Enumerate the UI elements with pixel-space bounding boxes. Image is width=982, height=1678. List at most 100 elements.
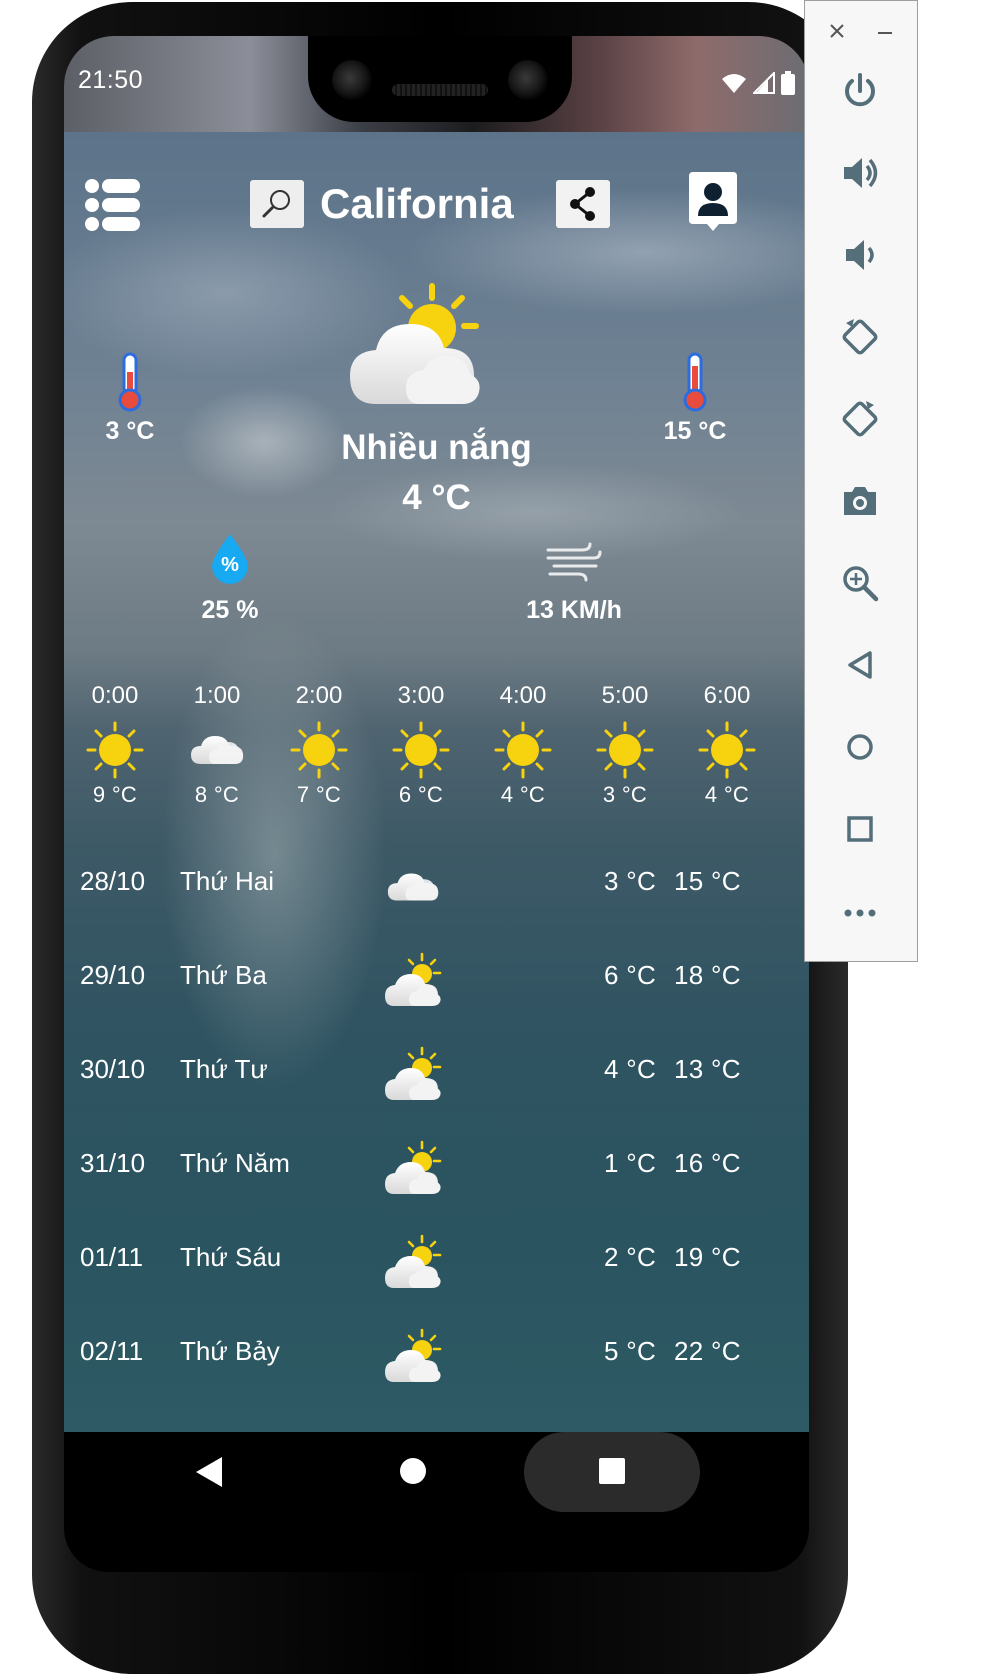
nav-recents-icon[interactable] <box>599 1458 625 1484</box>
hourly-item: 2:00 7 °C <box>268 682 370 808</box>
wind-icon <box>546 542 602 582</box>
search-button[interactable] <box>250 180 304 228</box>
more-icon[interactable] <box>836 887 884 935</box>
hour-temperature: 6 °C <box>398 782 444 807</box>
wifi-icon <box>722 74 746 93</box>
share-button[interactable] <box>556 180 610 228</box>
close-icon[interactable] <box>829 23 845 39</box>
hour-temperature: 3 °C <box>602 782 648 807</box>
hour-temperature: 4 °C <box>500 782 546 807</box>
day-min-temperature: 6 °C <box>604 960 657 990</box>
front-camera-left <box>332 60 372 100</box>
day-max-temperature: 13 °C <box>674 1054 741 1084</box>
day-date: 28/10 <box>80 866 146 896</box>
daily-row[interactable]: 02/11 Thứ Bảy 5 °C 22 °C <box>64 1302 809 1396</box>
day-max-temperature: 15 °C <box>674 866 741 896</box>
volume-down-icon[interactable] <box>836 231 884 279</box>
rotate-right-icon[interactable] <box>836 395 884 443</box>
hour-temperature: 4 °C <box>704 782 750 807</box>
signal-icon <box>753 72 775 94</box>
hour-time: 0:00 <box>91 682 139 709</box>
emulator-window-controls <box>805 15 919 45</box>
volume-up-icon[interactable] <box>836 149 884 197</box>
day-max-temperature: 18 °C <box>674 960 741 990</box>
day-date: 30/10 <box>80 1054 146 1084</box>
humidity-drop-icon: % <box>208 532 252 586</box>
user-icon <box>689 172 737 231</box>
nav-back-icon[interactable] <box>192 1454 228 1490</box>
hour-temperature: 7 °C <box>296 782 342 807</box>
thermometer-min-icon <box>118 352 142 412</box>
day-name: Thứ Ba <box>180 960 267 990</box>
hour-temperature: 9 °C <box>92 782 138 807</box>
menu-button[interactable] <box>84 176 142 234</box>
daily-row[interactable]: 01/11 Thứ Sáu 2 °C 19 °C <box>64 1208 809 1302</box>
share-icon <box>570 187 595 221</box>
sun-icon <box>595 720 655 780</box>
day-name: Thứ Bảy <box>180 1336 280 1366</box>
phone-screen: 21:50 California Nhiều nắng 4 °C 3 °C 15… <box>64 36 809 1572</box>
hour-time: 3:00 <box>397 682 445 709</box>
day-date: 29/10 <box>80 960 146 990</box>
status-time: 21:50 <box>78 66 144 94</box>
menu-list-icon <box>85 179 140 231</box>
nav-home-icon[interactable] <box>400 1458 426 1484</box>
power-icon[interactable] <box>836 67 884 115</box>
navigation-bar <box>64 1432 809 1512</box>
screenshot-icon[interactable] <box>836 477 884 525</box>
day-min-temperature: 5 °C <box>604 1336 657 1366</box>
partly-sunny-icon <box>382 1234 444 1292</box>
min-temperature: 3 °C <box>105 417 155 445</box>
humidity-value: 25 % <box>201 596 259 624</box>
camera-notch <box>308 36 572 122</box>
earpiece-speaker <box>392 84 488 96</box>
daily-row[interactable]: 28/10 Thứ Hai 3 °C 15 °C <box>64 832 809 926</box>
zoom-icon[interactable] <box>836 559 884 607</box>
hourly-forecast: 0:00 9 °C 1:00 8 °C 2:00 7 °C 3:00 6 °C … <box>64 682 809 822</box>
day-name: Thứ Tư <box>180 1054 268 1084</box>
day-min-temperature: 2 °C <box>604 1242 657 1272</box>
day-date: 01/11 <box>80 1242 144 1272</box>
partly-sunny-icon <box>350 283 480 404</box>
cloud-icon <box>187 720 247 780</box>
day-name: Thứ Hai <box>180 866 274 896</box>
day-min-temperature: 1 °C <box>604 1148 657 1178</box>
hour-time: 2:00 <box>295 682 343 709</box>
battery-icon <box>781 71 795 95</box>
thermometer-max-icon <box>683 352 707 412</box>
day-max-temperature: 22 °C <box>674 1336 741 1366</box>
hour-time: 4:00 <box>499 682 547 709</box>
day-date: 31/10 <box>80 1148 146 1178</box>
overview-icon[interactable] <box>836 805 884 853</box>
profile-button[interactable] <box>686 172 740 232</box>
sun-icon <box>697 720 757 780</box>
sun-icon <box>493 720 553 780</box>
back-icon[interactable] <box>836 641 884 689</box>
hour-temperature: 8 °C <box>194 782 240 807</box>
day-min-temperature: 4 °C <box>604 1054 657 1084</box>
minimize-icon[interactable] <box>877 23 893 39</box>
home-icon[interactable] <box>836 723 884 771</box>
daily-forecast: 28/10 Thứ Hai 3 °C 15 °C 29/10 Thứ Ba 6 … <box>64 832 809 1396</box>
emulator-toolbar <box>804 0 918 962</box>
sun-icon <box>85 720 145 780</box>
day-min-temperature: 3 °C <box>604 866 657 896</box>
hour-time: 5:00 <box>601 682 649 709</box>
day-name: Thứ Sáu <box>180 1242 282 1272</box>
weather-app: California Nhiều nắng 4 °C 3 °C 15 °C % … <box>64 132 809 1432</box>
day-date: 02/11 <box>80 1336 144 1366</box>
hourly-item: 0:00 9 °C <box>64 682 166 808</box>
partly-sunny-icon <box>382 1046 444 1104</box>
cloud-icon <box>382 858 444 916</box>
rotate-left-icon[interactable] <box>836 313 884 361</box>
hourly-item: 5:00 3 °C <box>574 682 676 808</box>
daily-row[interactable]: 31/10 Thứ Năm 1 °C 16 °C <box>64 1114 809 1208</box>
search-icon <box>262 190 290 218</box>
front-camera-right <box>508 60 548 100</box>
hourly-item: 3:00 6 °C <box>370 682 472 808</box>
daily-row[interactable]: 29/10 Thứ Ba 6 °C 18 °C <box>64 926 809 1020</box>
daily-row[interactable]: 30/10 Thứ Tư 4 °C 13 °C <box>64 1020 809 1114</box>
city-name: California <box>320 180 514 227</box>
partly-sunny-icon <box>382 952 444 1010</box>
current-temperature: 4 °C <box>402 478 471 517</box>
